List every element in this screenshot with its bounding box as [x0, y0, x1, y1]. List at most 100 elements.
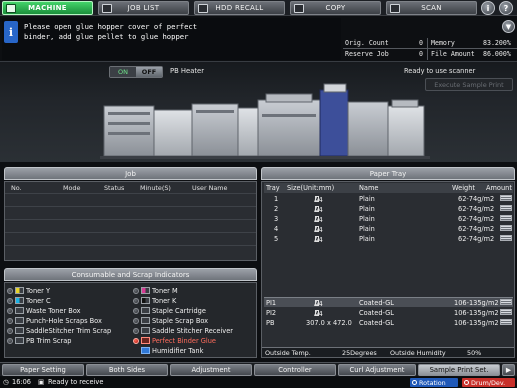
pb-heater-label: PB Heater [170, 67, 205, 75]
toggle-off-option[interactable]: OFF [136, 67, 162, 77]
paper-amount-icon [500, 205, 512, 211]
tray-row-pi2[interactable]: PI2 A4 Coated-GL 106-135g/m2 [264, 308, 513, 318]
consumable-label: Toner K [152, 296, 177, 305]
job-col-mode: Mode [63, 184, 81, 192]
tray-row-4[interactable]: 4 A4 Plain 62-74g/m2 [264, 224, 513, 234]
punch-hole-box-icon [15, 317, 24, 324]
next-arrow-icon[interactable]: ▶ [502, 364, 515, 376]
counter-panel: Orig. Count 0 Memory 83.200% Reserve Job… [343, 38, 517, 60]
consumable-perfect-binder-glue: Perfect Binder Glue [133, 336, 216, 345]
tray-paper-name: Plain [359, 235, 375, 243]
consumable-humidifier-tank: Humidifier Tank [133, 346, 203, 355]
clock-icon: ◷ [3, 378, 9, 386]
tray-number: 2 [274, 205, 279, 213]
paper-amount-icon [500, 319, 512, 325]
execute-sample-print-button[interactable]: Execute Sample Print [425, 78, 513, 91]
paper-amount-icon [500, 195, 512, 201]
job-col-user-name: User Name [192, 184, 228, 192]
tray-number: PI1 [266, 299, 277, 307]
tray-weight: 106-135g/m2 [454, 319, 499, 327]
copy-tab-icon [294, 4, 304, 13]
paper-amount-icon [500, 225, 512, 231]
pb-heater-toggle[interactable]: ON OFF [109, 66, 163, 78]
tray-row-pi1[interactable]: PI1 A4 Coated-GL 106-135g/m2 [264, 297, 513, 308]
rotation-label: Rotation [419, 379, 446, 387]
reserve-job-value: 0 [419, 50, 423, 58]
paper-setting-button[interactable]: Paper Setting [2, 364, 84, 376]
consumable-label: Saddle Stitcher Receiver [152, 326, 233, 335]
controller-button[interactable]: Controller [254, 364, 336, 376]
consumable-label: Perfect Binder Glue [152, 336, 216, 345]
toner-m-icon [141, 287, 150, 294]
tab-copy[interactable]: COPY [290, 1, 381, 15]
waste-toner-box-icon [15, 307, 24, 314]
tray-weight: 62-74g/m2 [458, 205, 495, 213]
paper-orientation-icon [315, 310, 319, 316]
job-row-divider [5, 219, 256, 220]
counter-row-1: Orig. Count 0 Memory 83.200% [343, 38, 517, 48]
tab-scan[interactable]: SCAN [386, 1, 477, 15]
question-icon[interactable]: ? [499, 1, 513, 15]
tray-row-2[interactable]: 2 A4 Plain 62-74g/m2 [264, 204, 513, 214]
info-icon[interactable]: i [481, 1, 495, 15]
consumable-toner-c: Toner C [7, 296, 51, 305]
drum-dev-label: Drum/Dev. [471, 379, 506, 387]
both-sides-button[interactable]: Both Sides [86, 364, 168, 376]
rotation-indicator[interactable]: Rotation [410, 378, 458, 387]
tab-job-list[interactable]: JOB LIST [98, 1, 189, 15]
paper-tray-title: Paper Tray [369, 169, 407, 178]
staple-cartridge-icon [141, 307, 150, 314]
paper-tray-header-row: Tray Size(Unit:mm) Name Weight Amount [264, 183, 513, 193]
job-list-panel[interactable]: No. Mode Status Minute(S) User Name [4, 181, 257, 261]
tray-row-3[interactable]: 3 A4 Plain 62-74g/m2 [264, 214, 513, 224]
paper-tray-panel[interactable]: Tray Size(Unit:mm) Name Weight Amount 1 … [261, 181, 515, 358]
paper-amount-icon [500, 309, 512, 315]
message-text: Please open glue hopper cover of perfect… [24, 22, 198, 41]
tray-weight: 62-74g/m2 [458, 215, 495, 223]
tab-hdd-recall[interactable]: HDD RECALL [194, 1, 285, 15]
memory-value: 83.200% [483, 39, 511, 47]
status-dot-icon [7, 337, 13, 344]
tray-row-5[interactable]: 5 A4 Plain 62-74g/m2 [264, 234, 513, 244]
consumable-label: Punch-Hole Scraps Box [26, 316, 102, 325]
status-dot-icon [7, 297, 13, 304]
scroll-down-icon[interactable]: ▼ [502, 20, 515, 33]
job-col-status: Status [104, 184, 125, 192]
alert-dot-icon [133, 337, 139, 344]
top-tab-bar: MACHINE JOB LIST HDD RECALL COPY SCAN i … [0, 0, 517, 16]
consumable-waste-toner-box: Waste Toner Box [7, 306, 81, 315]
paper-amount-icon [500, 215, 512, 221]
curl-adjustment-button[interactable]: Curl Adjustment [338, 364, 416, 376]
tray-col-size: Size(Unit:mm) [287, 184, 335, 192]
consumable-toner-y: Toner Y [7, 286, 50, 295]
adjustment-button[interactable]: Adjustment [170, 364, 252, 376]
information-icon: i [4, 21, 18, 43]
job-row-divider [5, 232, 256, 233]
consumable-label: Toner Y [26, 286, 51, 295]
outside-environment-bar: Outside Temp. 25Degrees Outside Humidity… [262, 347, 514, 357]
toggle-on-option[interactable]: ON [110, 67, 136, 77]
tray-number: 4 [274, 225, 279, 233]
drum-dev-indicator[interactable]: Drum/Dev. [462, 378, 515, 387]
tray-weight: 62-74g/m2 [458, 235, 495, 243]
sample-print-set-button[interactable]: Sample Print Set. [418, 364, 500, 376]
consumable-label: Staple Scrap Box [152, 316, 209, 325]
consumable-label: Waste Toner Box [26, 306, 81, 315]
toner-y-icon [15, 287, 24, 294]
status-dot-icon [133, 317, 139, 324]
tray-row-pb[interactable]: PB 307.0 x 472.0 Coated-GL 106-135g/m2 [264, 318, 513, 328]
status-bar: ◷ 16:06 ▣ Ready to receive Rotation Drum… [0, 377, 517, 388]
consumable-label: Staple Cartridge [152, 306, 206, 315]
tray-row-1[interactable]: 1 A4 Plain 62-74g/m2 [264, 194, 513, 204]
paper-tray-header: Paper Tray [261, 167, 515, 180]
job-col-minute: Minute(S) [140, 184, 171, 192]
tray-paper-name: Coated-GL [359, 319, 394, 327]
drum-dev-icon [464, 380, 469, 385]
tab-machine[interactable]: MACHINE [2, 1, 93, 15]
tray-number: 1 [274, 195, 279, 203]
consumables-panel-title: Consumable and Scrap Indicators [71, 270, 190, 279]
file-amount-label: File Amount [431, 50, 475, 58]
hdd-recall-tab-icon [198, 4, 208, 13]
consumables-panel-header: Consumable and Scrap Indicators [4, 268, 257, 281]
paper-orientation-icon [315, 236, 319, 242]
